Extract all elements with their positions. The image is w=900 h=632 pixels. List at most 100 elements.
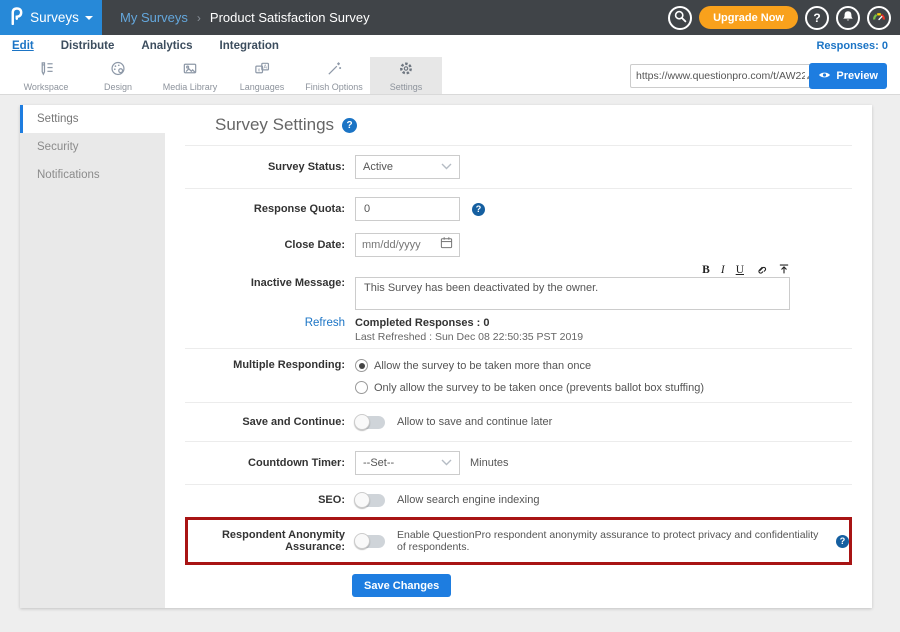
format-toolbar: B I U <box>355 263 790 277</box>
inactive-message-row: Inactive Message: B I U This Survey has … <box>185 261 852 315</box>
sidebar-item-settings[interactable]: Settings <box>20 105 165 133</box>
save-and-continue-description: Allow to save and continue later <box>397 416 552 428</box>
preview-button[interactable]: Preview <box>809 63 887 89</box>
question-mark-icon: ? <box>813 11 820 25</box>
countdown-timer-suffix: Minutes <box>470 457 509 469</box>
response-quota-help-icon[interactable]: ? <box>472 203 485 216</box>
preview-label: Preview <box>836 70 878 82</box>
survey-settings-help-icon[interactable]: ? <box>342 118 357 133</box>
sidebar-item-label: Security <box>37 141 79 153</box>
account-gauge-button[interactable] <box>867 6 891 30</box>
svg-text:x: x <box>258 67 261 73</box>
radio-option-label[interactable]: Allow the survey to be taken more than o… <box>374 360 591 372</box>
countdown-timer-label: Countdown Timer: <box>185 457 345 469</box>
toggle-knob <box>354 533 370 549</box>
tab-edit[interactable]: Edit <box>12 40 34 52</box>
notifications-button[interactable] <box>836 6 860 30</box>
page-title-row: Survey Settings ? <box>185 105 852 146</box>
countdown-timer-row: Countdown Timer: --Set-- Minutes <box>185 442 852 485</box>
survey-url-input[interactable] <box>636 70 805 82</box>
tab-analytics[interactable]: Analytics <box>141 40 192 52</box>
sidebar-item-notifications[interactable]: Notifications <box>20 161 165 189</box>
countdown-timer-select[interactable]: --Set-- <box>355 451 460 475</box>
seo-toggle[interactable] <box>355 494 385 507</box>
respondent-anonymity-help-icon[interactable]: ? <box>836 535 849 548</box>
toolbar-label: Workspace <box>24 82 69 92</box>
search-icon <box>674 10 687 26</box>
seo-row: SEO: Allow search engine indexing <box>185 485 852 515</box>
italic-button[interactable]: I <box>721 264 725 276</box>
eye-icon <box>818 70 831 83</box>
survey-status-label: Survey Status: <box>185 161 345 173</box>
magic-wand-icon <box>325 60 343 82</box>
close-date-input[interactable] <box>362 239 436 251</box>
toolbar-item-finish-options[interactable]: Finish Options <box>298 57 370 94</box>
breadcrumb: My Surveys › Product Satisfaction Survey <box>120 10 370 25</box>
tab-distribute[interactable]: Distribute <box>61 40 115 52</box>
underline-button[interactable]: U <box>736 264 744 276</box>
settings-main: Survey Settings ? Survey Status: Active … <box>165 105 872 608</box>
response-quota-input[interactable] <box>355 197 460 221</box>
tab-integration[interactable]: Integration <box>220 40 279 52</box>
refresh-link[interactable]: Refresh <box>185 317 345 329</box>
search-button[interactable] <box>668 6 692 30</box>
image-icon <box>181 60 199 82</box>
svg-text:A: A <box>264 64 268 70</box>
chevron-down-icon <box>85 16 93 20</box>
bell-icon <box>842 10 854 26</box>
close-date-box <box>355 233 460 257</box>
toolbar-item-languages[interactable]: xA Languages <box>226 57 298 94</box>
respondent-anonymity-highlight-box: Respondent Anonymity Assurance: Enable Q… <box>185 517 852 565</box>
link-icon[interactable] <box>755 263 767 278</box>
seo-description: Allow search engine indexing <box>397 494 539 506</box>
breadcrumb-my-surveys[interactable]: My Surveys <box>120 10 188 25</box>
respondent-anonymity-toggle[interactable] <box>355 535 385 548</box>
top-bar: Surveys My Surveys › Product Satisfactio… <box>0 0 900 35</box>
chevron-down-icon <box>441 161 452 173</box>
bold-button[interactable]: B <box>702 264 710 276</box>
completed-responses-text: Completed Responses : 0 <box>355 317 583 329</box>
survey-status-row: Survey Status: Active <box>185 146 852 189</box>
close-date-row: Close Date: <box>185 229 852 261</box>
respondent-anonymity-label: Respondent Anonymity Assurance: <box>188 529 345 553</box>
save-changes-button[interactable]: Save Changes <box>352 574 451 597</box>
sidebar-item-label: Settings <box>37 113 79 125</box>
response-quota-row: Response Quota: ? <box>185 189 852 229</box>
radio-option-multiple-allowed[interactable]: Allow the survey to be taken more than o… <box>355 359 704 372</box>
workspace-icon <box>37 60 55 82</box>
breadcrumb-separator: › <box>197 11 201 25</box>
sidebar-item-security[interactable]: Security <box>20 133 165 161</box>
responses-count[interactable]: Responses: 0 <box>816 40 888 52</box>
breadcrumb-current-survey: Product Satisfaction Survey <box>210 10 370 25</box>
help-button[interactable]: ? <box>805 6 829 30</box>
toolbar-item-design[interactable]: Design <box>82 57 154 94</box>
surveys-product-menu[interactable]: Surveys <box>0 0 102 35</box>
settings-card: Settings Security Notifications Survey S… <box>20 105 872 608</box>
topbar-actions: Upgrade Now ? <box>668 6 900 30</box>
save-and-continue-toggle[interactable] <box>355 416 385 429</box>
product-name: Surveys <box>30 10 79 25</box>
radio-unselected-icon[interactable] <box>355 381 368 394</box>
toolbar-item-settings[interactable]: Settings <box>370 57 442 94</box>
calendar-icon[interactable] <box>440 236 453 254</box>
upgrade-now-button[interactable]: Upgrade Now <box>699 6 798 29</box>
multiple-responding-row: Multiple Responding: Allow the survey to… <box>185 349 852 403</box>
toolbar-item-media-library[interactable]: Media Library <box>154 57 226 94</box>
translate-icon: xA <box>253 60 271 82</box>
toolbar-label: Media Library <box>163 82 218 92</box>
radio-selected-icon[interactable] <box>355 359 368 372</box>
toolbar-item-workspace[interactable]: Workspace <box>10 57 82 94</box>
inactive-message-textarea[interactable]: This Survey has been deactivated by the … <box>355 277 790 310</box>
seo-label: SEO: <box>185 494 345 506</box>
multiple-responding-label: Multiple Responding: <box>185 359 345 371</box>
toolbar-label: Finish Options <box>305 82 363 92</box>
refresh-row: Refresh Completed Responses : 0 Last Ref… <box>185 315 852 349</box>
survey-status-select[interactable]: Active <box>355 155 460 179</box>
close-date-label: Close Date: <box>185 239 345 251</box>
toggle-knob <box>354 414 370 430</box>
image-upload-icon[interactable] <box>778 263 790 278</box>
radio-option-label[interactable]: Only allow the survey to be taken once (… <box>374 382 704 394</box>
toolbar-label: Settings <box>390 82 423 92</box>
radio-option-once-only[interactable]: Only allow the survey to be taken once (… <box>355 381 704 394</box>
palette-icon <box>109 60 127 82</box>
